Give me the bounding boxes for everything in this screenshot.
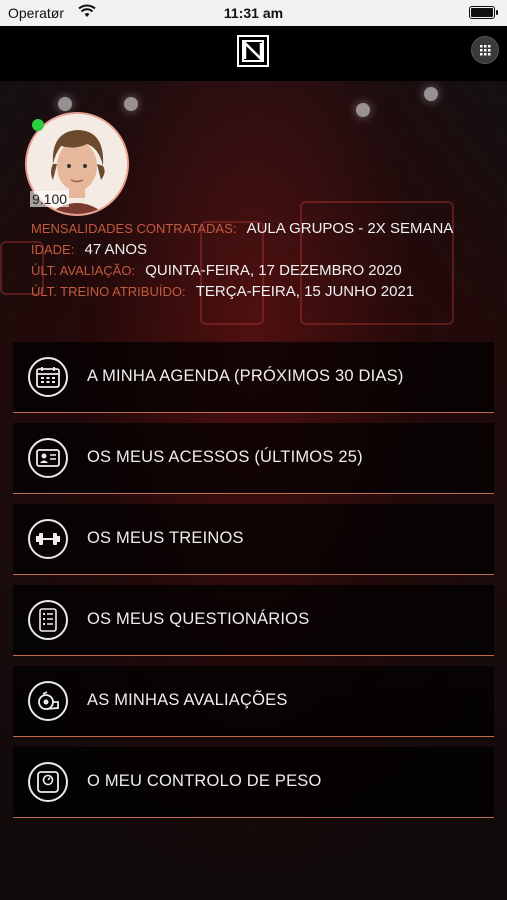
menu-item-workouts[interactable]: OS MEUS TREINOS — [13, 504, 494, 575]
menu-item-label: A MINHA AGENDA (PRÓXIMOS 30 DIAS) — [87, 367, 404, 385]
grid-menu-button[interactable] — [471, 36, 499, 64]
menu-item-evaluations[interactable]: AS MINHAS AVALIAÇÕES — [13, 666, 494, 737]
menu-item-label: O MEU CONTROLO DE PESO — [87, 772, 322, 790]
info-row-last-training: ÚLT. TREINO ATRIBUÍDO: TERÇA-FEIRA, 15 J… — [31, 281, 491, 302]
calendar-icon — [28, 357, 68, 397]
member-number: 9.100 — [30, 191, 70, 207]
menu-item-label: OS MEUS ACESSOS (ÚLTIMOS 25) — [87, 448, 363, 466]
battery-icon — [469, 6, 498, 19]
nav-bar — [0, 26, 507, 81]
info-value: AULA GRUPOS - 2X SEMANA — [246, 220, 454, 237]
info-value: 47 ANOS — [84, 241, 148, 258]
status-time: 11:31 am — [223, 5, 284, 21]
menu-item-label: AS MINHAS AVALIAÇÕES — [87, 691, 288, 709]
info-row-last-evaluation: ÚLT. AVALIAÇÃO: QUINTA-FEIRA, 17 DEZEMBR… — [31, 260, 491, 281]
menu-item-label: OS MEUS TREINOS — [87, 529, 244, 547]
status-bar: Operatør 11:31 am — [0, 0, 507, 26]
info-row-subscription: MENSALIDADES CONTRATADAS: AULA GRUPOS - … — [31, 218, 491, 239]
grid-menu-icon — [480, 45, 491, 56]
info-label: ÚLT. AVALIAÇÃO: — [31, 263, 136, 278]
info-row-age: IDADE: 47 ANOS — [31, 239, 491, 260]
menu-item-label: OS MEUS QUESTIONÁRIOS — [87, 610, 310, 628]
checklist-icon — [28, 600, 68, 640]
profile-info: MENSALIDADES CONTRATADAS: AULA GRUPOS - … — [31, 218, 491, 302]
info-label: IDADE: — [31, 242, 75, 257]
brand-logo-icon[interactable] — [237, 35, 269, 67]
menu-item-accesses[interactable]: OS MEUS ACESSOS (ÚLTIMOS 25) — [13, 423, 494, 494]
info-value: TERÇA-FEIRA, 15 JUNHO 2021 — [195, 283, 415, 300]
info-label: MENSALIDADES CONTRATADAS: — [31, 221, 237, 236]
measuring-tape-icon — [28, 681, 68, 721]
menu-item-agenda[interactable]: A MINHA AGENDA (PRÓXIMOS 30 DIAS) — [13, 342, 494, 413]
scale-icon — [28, 762, 68, 802]
main-menu: A MINHA AGENDA (PRÓXIMOS 30 DIAS) OS MEU… — [13, 342, 494, 828]
info-value: QUINTA-FEIRA, 17 DEZEMBRO 2020 — [145, 262, 402, 279]
id-card-icon — [28, 438, 68, 478]
info-label: ÚLT. TREINO ATRIBUÍDO: — [31, 284, 186, 299]
menu-item-weight-control[interactable]: O MEU CONTROLO DE PESO — [13, 747, 494, 818]
dumbbell-icon — [28, 519, 68, 559]
menu-item-questionnaires[interactable]: OS MEUS QUESTIONÁRIOS — [13, 585, 494, 656]
online-status-dot — [32, 119, 44, 131]
